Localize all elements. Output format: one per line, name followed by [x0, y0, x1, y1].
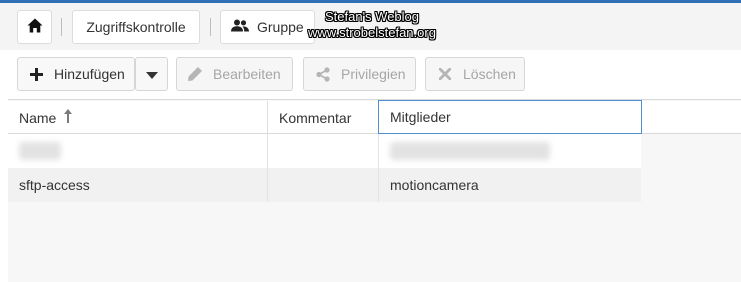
add-button[interactable]: Hinzufügen: [17, 57, 135, 91]
edit-button-label: Bearbeiten: [213, 66, 281, 82]
breadcrumb-item-gruppe[interactable]: Gruppe: [220, 10, 315, 44]
column-header-label: Mitglieder: [390, 109, 451, 125]
grid-header: Name Kommentar Mitglieder: [8, 100, 741, 134]
breadcrumb-item-zugriffskontrolle[interactable]: Zugriffskontrolle: [72, 10, 200, 44]
breadcrumb-item-label: Zugriffskontrolle: [86, 19, 186, 35]
watermark-line-1: Stefan's Weblog: [324, 9, 420, 24]
plus-icon: [27, 67, 45, 81]
share-icon: [314, 66, 332, 82]
home-icon: [27, 18, 43, 36]
breadcrumb-separator: [61, 18, 62, 36]
watermark-line-2: www.strobelstefan.org: [308, 25, 436, 40]
cell-comment: [267, 134, 378, 168]
table-row[interactable]: [8, 134, 641, 168]
breadcrumb-item-label: Gruppe: [257, 19, 304, 35]
table-row[interactable]: sftp-access motioncamera: [8, 168, 641, 202]
toolbar: Hinzufügen Bearbeiten Privilegien Lösche…: [8, 50, 741, 100]
delete-button-label: Löschen: [463, 66, 516, 82]
add-button-label: Hinzufügen: [54, 66, 125, 82]
edit-button[interactable]: Bearbeiten: [176, 57, 293, 91]
pencil-icon: [186, 66, 204, 82]
delete-button[interactable]: Löschen: [425, 57, 525, 91]
users-icon: [231, 19, 249, 35]
cell-members: [378, 134, 641, 168]
cell-comment: [267, 168, 378, 202]
cell-name: sftp-access: [19, 177, 90, 193]
redacted-value: [390, 142, 550, 160]
close-icon: [436, 68, 454, 80]
add-dropdown-button[interactable]: [135, 57, 168, 91]
column-header-members[interactable]: Mitglieder: [378, 100, 642, 134]
privileges-button[interactable]: Privilegien: [303, 57, 416, 91]
caret-down-icon: [145, 66, 158, 82]
privileges-button-label: Privilegien: [341, 66, 406, 82]
breadcrumb-separator: [210, 18, 211, 36]
breadcrumb-home[interactable]: [17, 10, 52, 44]
cell-name: [8, 134, 267, 168]
redacted-value: [19, 142, 61, 160]
cell-members: motioncamera: [378, 168, 641, 202]
column-header-label: Name: [19, 109, 57, 126]
sort-ascending-icon: [64, 109, 73, 126]
watermark: Stefan's Weblog www.strobelstefan.org: [302, 9, 442, 41]
column-header-comment[interactable]: Kommentar: [267, 101, 378, 134]
column-header-name[interactable]: Name: [8, 101, 267, 134]
column-header-label: Kommentar: [279, 109, 352, 126]
